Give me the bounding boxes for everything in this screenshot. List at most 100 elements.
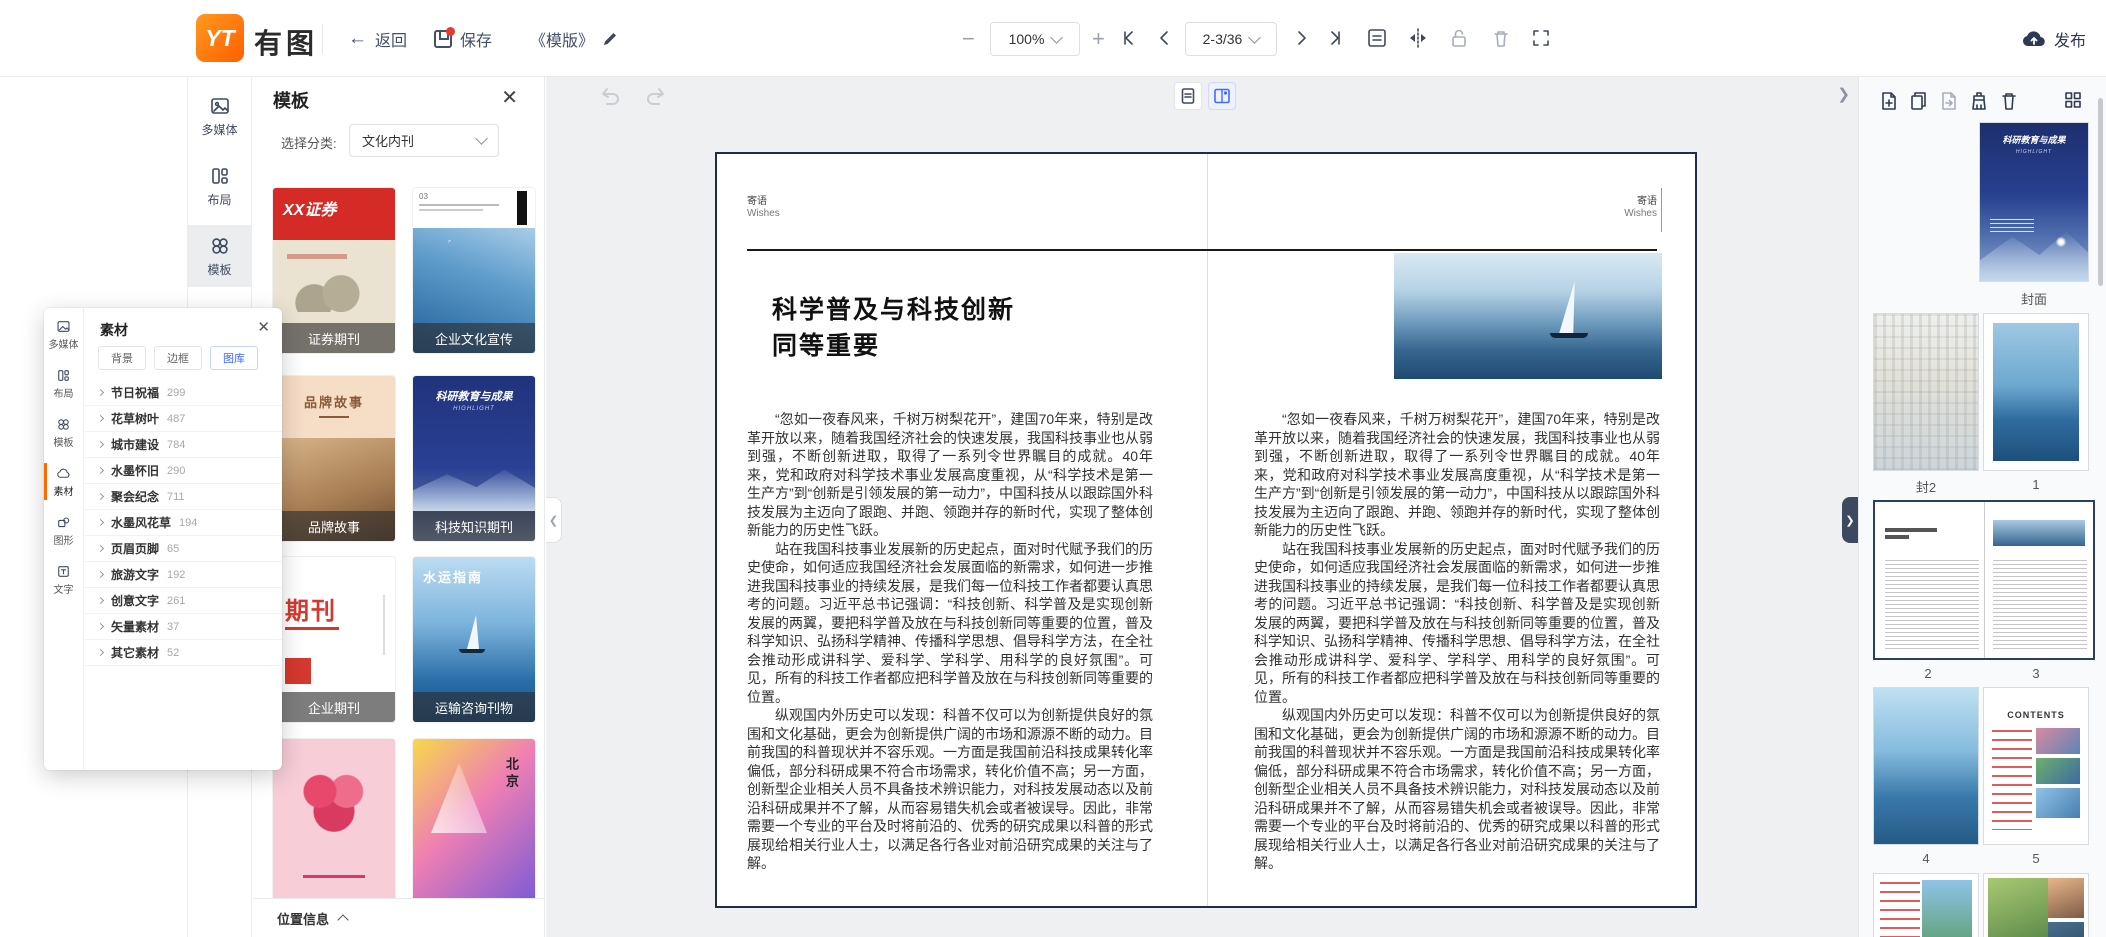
chevron-right-icon xyxy=(97,467,104,474)
assets-cloud-icon xyxy=(56,466,71,481)
redo-button[interactable] xyxy=(644,85,668,107)
template-card-science-journal[interactable]: 科研教育与成果 HIGHLIGHT 科技知识期刊 xyxy=(413,376,535,541)
facing-pages-view-button[interactable] xyxy=(1208,82,1236,110)
sidebar-item-templates[interactable]: 模板 xyxy=(188,225,251,287)
page-thumb-contents[interactable]: CONTENTS xyxy=(1983,687,2089,845)
asset-category-row[interactable]: 城市建设784 xyxy=(84,432,282,458)
lock-button[interactable] xyxy=(1448,27,1470,49)
asset-category-row[interactable]: 矢量素材37 xyxy=(84,614,282,640)
asset-category-row[interactable]: 旅游文字192 xyxy=(84,562,282,588)
app-logo[interactable]: YT xyxy=(196,14,244,62)
single-page-view-button[interactable] xyxy=(1174,82,1202,110)
first-page-button[interactable] xyxy=(1118,28,1138,48)
tab-backgrounds[interactable]: 背景 xyxy=(98,346,146,370)
assets-nav-media[interactable]: 多媒体 xyxy=(44,312,83,357)
template-card-label: 科技知识期刊 xyxy=(413,511,535,541)
page-thumb-spread-2-3-selected[interactable] xyxy=(1873,500,2095,660)
page-thumb-4[interactable] xyxy=(1873,687,1979,845)
card-cover-subtitle: HIGHLIGHT xyxy=(413,406,535,412)
assets-nav-assets[interactable]: 素材 xyxy=(44,459,83,504)
assets-nav-shapes[interactable]: 图形 xyxy=(44,508,83,553)
asset-category-row[interactable]: 创意文字261 xyxy=(84,588,282,614)
chevron-right-icon xyxy=(97,597,104,604)
sailboat-photo[interactable] xyxy=(1394,253,1662,379)
collapse-right-panel-handle[interactable]: ❯ xyxy=(1842,497,1858,543)
zoom-level-select[interactable]: 100% xyxy=(990,22,1080,56)
grid-view-button[interactable] xyxy=(2063,90,2083,110)
page-thumb-6[interactable] xyxy=(1873,873,1979,937)
card-cover-title: 期刊 xyxy=(285,591,337,626)
template-card-corporate-culture[interactable]: 03 企业文化宣传 xyxy=(413,188,535,353)
rename-icon[interactable] xyxy=(602,31,618,47)
templates-panel-close-icon[interactable]: ✕ xyxy=(501,85,518,110)
app-logo-text: 有图 xyxy=(254,22,318,62)
body-text-right-page[interactable]: “忽如一夜春风来，千树万树梨花开”，建国70年来，特别是改革开放以来，随着我国经… xyxy=(1254,410,1660,873)
pages-scrollbar[interactable] xyxy=(2098,98,2103,286)
page-thumb-inside-cover[interactable] xyxy=(1873,313,1979,471)
document-spread[interactable]: 寄语 Wishes 寄语 Wishes 科学普及与科技创新 同等重要 “忽如一夜… xyxy=(715,152,1697,908)
templates-panel: 模板 ✕ 选择分类: 文化内刊 XX证券 证券期刊 03 企业文化宣传 品牌故事… xyxy=(253,77,545,937)
undo-button[interactable] xyxy=(598,85,622,107)
template-card-corporate-journal[interactable]: 期刊 企业期刊 xyxy=(273,557,395,722)
page-thumb-cover[interactable]: 科研教育与成果 HIGHLIGHT xyxy=(1979,122,2089,282)
assets-panel-body: 素材 ✕ 背景 边框 图库 节日祝福299 花草树叶487 城市建设784 水墨… xyxy=(84,308,282,770)
back-button[interactable]: ← 返回 xyxy=(348,0,407,77)
next-page-button[interactable] xyxy=(1292,28,1312,48)
asset-category-row[interactable]: 其它素材52 xyxy=(84,640,282,666)
assets-nav-layout[interactable]: 布局 xyxy=(44,361,83,406)
zoom-in-button[interactable]: + xyxy=(1092,26,1105,52)
collapse-left-panel-handle[interactable]: ❮ xyxy=(546,497,562,543)
tab-borders[interactable]: 边框 xyxy=(154,346,202,370)
template-card-securities[interactable]: XX证券 证券期刊 xyxy=(273,188,395,353)
assets-panel-close-icon[interactable]: ✕ xyxy=(257,318,270,336)
category-filter-label: 选择分类: xyxy=(281,133,337,152)
page-settings-button[interactable] xyxy=(1366,27,1388,49)
asset-category-row[interactable]: 水墨风花草194 xyxy=(84,510,282,536)
chevron-right-icon xyxy=(97,415,104,422)
template-card-shipping-journal[interactable]: 水运指南 运输咨询刊物 xyxy=(413,557,535,722)
page-thumb-label: 4 xyxy=(1873,851,1979,866)
assets-nav-templates[interactable]: 模板 xyxy=(44,410,83,455)
article-headline[interactable]: 科学普及与科技创新 同等重要 xyxy=(772,292,1015,364)
asset-category-row[interactable]: 节日祝福299 xyxy=(84,380,282,406)
last-page-button[interactable] xyxy=(1326,28,1346,48)
tab-gallery[interactable]: 图库 xyxy=(210,346,258,370)
assets-nav-text[interactable]: 文字 xyxy=(44,557,83,602)
running-header-left: 寄语 Wishes xyxy=(747,196,780,220)
delete-page-button[interactable] xyxy=(1490,27,1512,49)
delete-page-button[interactable] xyxy=(1999,90,2019,112)
chevron-right-icon xyxy=(97,493,104,500)
duplicate-page-button[interactable] xyxy=(1909,90,1929,112)
assets-floating-panel: 多媒体 布局 模板 素材 图形 文字 素材 ✕ 背景 边框 图库 xyxy=(44,308,282,770)
editor-canvas[interactable]: ❯ 寄语 Wishes 寄语 Wishes 科学普及与科技创新 同等重要 “忽如… xyxy=(546,77,1858,937)
fullscreen-button[interactable] xyxy=(1530,27,1552,49)
category-select[interactable]: 文化内刊 xyxy=(349,124,499,157)
body-text-left-page[interactable]: “忽如一夜春风来，千树万树梨花开”，建国70年来，特别是改革开放以来，随着我国经… xyxy=(747,410,1153,873)
zoom-out-button[interactable]: − xyxy=(962,26,975,52)
previous-page-button[interactable] xyxy=(1154,28,1174,48)
split-spread-button[interactable] xyxy=(1406,27,1430,49)
sidebar-item-layout[interactable]: 布局 xyxy=(188,155,251,217)
add-page-button[interactable] xyxy=(1879,90,1899,112)
assets-panel-nav: 多媒体 布局 模板 素材 图形 文字 xyxy=(44,308,84,770)
save-button[interactable]: 保存 xyxy=(434,0,492,77)
page-thumb-7[interactable] xyxy=(1983,873,2089,937)
asset-category-row[interactable]: 花草树叶487 xyxy=(84,406,282,432)
template-card-brand-story[interactable]: 品牌故事 品牌故事 xyxy=(273,376,395,541)
publish-button[interactable]: 发布 xyxy=(2022,0,2086,77)
template-card-hospital[interactable] xyxy=(273,739,395,904)
template-card-label: 运输咨询刊物 xyxy=(413,692,535,722)
clear-page-button[interactable] xyxy=(1969,90,1989,112)
asset-category-row[interactable]: 聚会纪念711 xyxy=(84,484,282,510)
paste-page-button[interactable] xyxy=(1939,90,1959,112)
media-icon xyxy=(209,95,231,117)
position-info-toggle[interactable]: 位置信息 xyxy=(253,898,544,937)
page-thumb-1[interactable] xyxy=(1983,313,2089,471)
page-indicator-select[interactable]: 2-3/36 xyxy=(1185,22,1277,56)
sidebar-item-media[interactable]: 多媒体 xyxy=(188,85,251,147)
expand-pages-panel-icon[interactable]: ❯ xyxy=(1837,85,1850,103)
chevron-down-icon xyxy=(475,132,488,145)
asset-category-row[interactable]: 页眉页脚65 xyxy=(84,536,282,562)
asset-category-row[interactable]: 水墨怀旧290 xyxy=(84,458,282,484)
template-card-beijing[interactable]: 北京 xyxy=(413,739,535,904)
